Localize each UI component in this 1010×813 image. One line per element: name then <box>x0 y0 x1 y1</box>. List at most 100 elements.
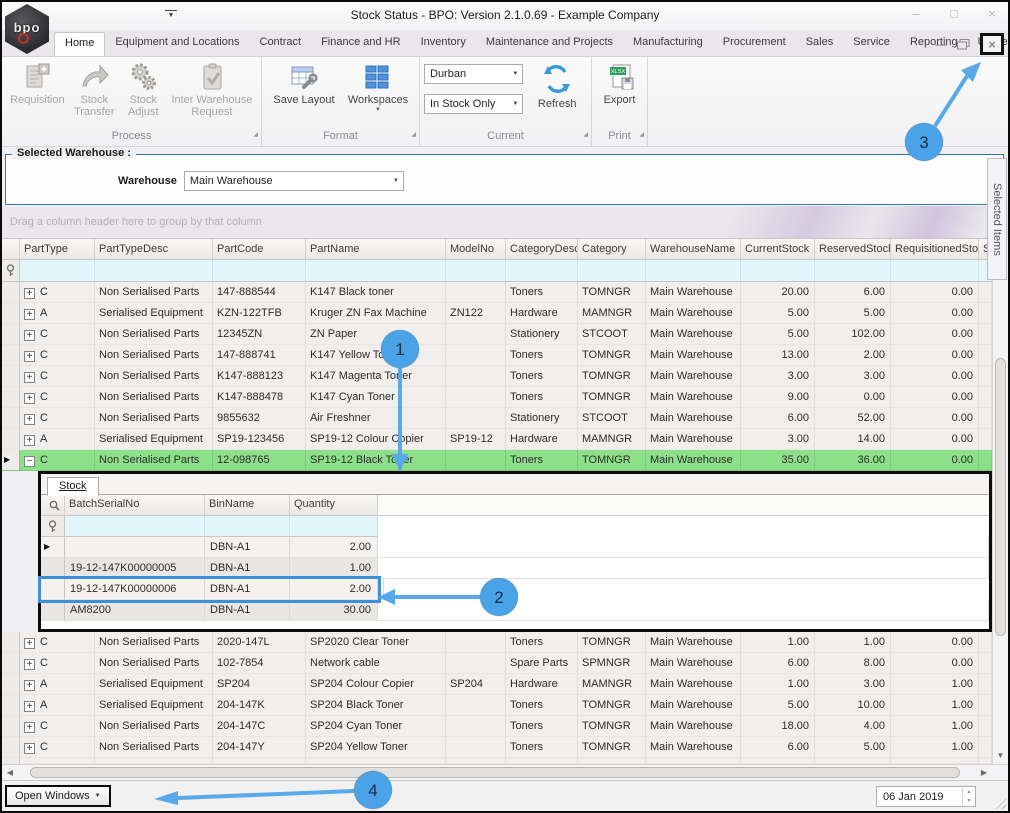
detail-header-batchserialno[interactable]: BatchSerialNo <box>65 495 205 515</box>
mdi-restore-icon[interactable] <box>957 39 970 50</box>
spin-down-icon[interactable]: ▼ <box>963 797 975 806</box>
mdi-close-button-annotated[interactable]: × <box>980 33 1004 55</box>
detail-row[interactable]: 19-12-147K00000006 DBN-A1 2.00 <box>41 579 378 600</box>
filter-cell[interactable] <box>741 260 815 281</box>
table-row[interactable]: +C Non Serialised Parts 204-147Y SP204 Y… <box>2 737 992 758</box>
header-modelno[interactable]: ModelNo <box>446 239 506 259</box>
stock-filter-combo[interactable]: In Stock Only ▼ <box>424 94 523 114</box>
close-button[interactable]: × <box>984 6 1000 21</box>
quick-access-toggle-icon[interactable]: ▼ <box>165 10 177 19</box>
process-dialog-launcher-icon[interactable]: ◢ <box>253 128 258 143</box>
vertical-scrollbar-thumb[interactable] <box>995 358 1006 636</box>
requisition-button[interactable]: Requisition <box>6 60 69 106</box>
table-row[interactable]: +C Non Serialised Parts 204-147C SP204 C… <box>2 716 992 737</box>
expand-toggle[interactable]: + <box>24 393 35 404</box>
spin-up-icon[interactable]: ▲ <box>963 788 975 797</box>
ribbon-tab[interactable]: Procurement <box>713 32 796 56</box>
mdi-minimize-button[interactable]: — <box>935 37 947 51</box>
filter-cell[interactable] <box>290 516 378 537</box>
table-row[interactable]: +C Non Serialised Parts 102-7854 Network… <box>2 653 992 674</box>
filter-cell[interactable] <box>815 260 891 281</box>
inter-warehouse-request-button[interactable]: Inter Warehouse Request <box>167 60 257 118</box>
save-layout-button[interactable]: Save Layout <box>266 60 342 106</box>
header-parttype[interactable]: PartType <box>20 239 95 259</box>
warehouse-filter-combo[interactable]: Durban ▼ <box>424 64 523 84</box>
format-dialog-launcher-icon[interactable]: ◢ <box>411 128 416 143</box>
expand-toggle[interactable]: + <box>24 435 35 446</box>
expand-toggle[interactable]: + <box>24 351 35 362</box>
filter-cell[interactable] <box>506 260 578 281</box>
filter-cell[interactable] <box>891 260 979 281</box>
horizontal-scrollbar-thumb[interactable] <box>30 767 960 778</box>
expand-toggle[interactable]: + <box>24 638 35 649</box>
header-partname[interactable]: PartName <box>306 239 446 259</box>
vertical-scrollbar[interactable]: ▲ ▼ <box>992 238 1008 764</box>
horizontal-scrollbar[interactable]: ◀ ▶ <box>2 764 1008 780</box>
table-row[interactable]: +C Non Serialised Parts 147-888741 K147 … <box>2 345 992 366</box>
filter-cell[interactable] <box>578 260 646 281</box>
header-category[interactable]: Category <box>578 239 646 259</box>
table-row[interactable]: +A Serialised Equipment 204-147K SP204 B… <box>2 695 992 716</box>
header-partcode[interactable]: PartCode <box>213 239 306 259</box>
current-dialog-launcher-icon[interactable]: ◢ <box>583 128 588 143</box>
filter-cell[interactable] <box>446 260 506 281</box>
expand-toggle[interactable]: + <box>24 414 35 425</box>
scroll-down-icon[interactable]: ▼ <box>993 748 1008 764</box>
expand-toggle[interactable]: + <box>24 743 35 754</box>
refresh-button[interactable]: Refresh <box>527 60 587 110</box>
header-currentstock[interactable]: CurrentStock <box>741 239 815 259</box>
table-row[interactable]: +A Serialised Equipment SP204 SP204 Colo… <box>2 674 992 695</box>
header-warehousename[interactable]: WarehouseName <box>646 239 741 259</box>
detail-row[interactable]: 19-12-147K00000005 DBN-A1 1.00 <box>41 558 989 579</box>
expand-toggle[interactable]: − <box>24 456 35 467</box>
detail-header-quantity[interactable]: Quantity <box>290 495 378 515</box>
detail-row[interactable]: AM8200 DBN-A1 30.00 <box>41 600 989 621</box>
resize-grip[interactable] <box>993 796 1006 809</box>
header-requisitionedstock[interactable]: RequisitionedStock <box>891 239 979 259</box>
table-row[interactable]: +C Non Serialised Parts K147-888478 K147… <box>2 387 992 408</box>
table-row[interactable]: +C Non Serialised Parts 2020-147L SP2020… <box>2 632 992 653</box>
filter-cell[interactable] <box>306 260 446 281</box>
workspaces-button[interactable]: Workspaces ▼ <box>342 60 414 113</box>
filter-cell[interactable] <box>205 516 290 537</box>
header-categorydesc[interactable]: CategoryDesc <box>506 239 578 259</box>
open-windows-button-annotated[interactable]: Open Windows ▼ <box>5 785 111 807</box>
expand-toggle[interactable]: + <box>24 701 35 712</box>
stock-transfer-button[interactable]: Stock Transfer <box>69 60 120 118</box>
ribbon-tab[interactable]: Equipment and Locations <box>105 32 249 56</box>
scroll-right-icon[interactable]: ▶ <box>976 768 992 777</box>
ribbon-tab[interactable]: Inventory <box>411 32 476 56</box>
scroll-left-icon[interactable]: ◀ <box>2 768 18 777</box>
print-dialog-launcher-icon[interactable]: ◢ <box>639 128 644 143</box>
export-button[interactable]: XLSX Export <box>596 60 643 106</box>
expand-toggle[interactable]: + <box>24 288 35 299</box>
ribbon-tab[interactable]: Maintenance and Projects <box>476 32 623 56</box>
filter-cell[interactable] <box>646 260 741 281</box>
detail-search-icon[interactable] <box>41 495 65 515</box>
date-spinner[interactable]: ▲▼ <box>962 788 975 806</box>
table-row[interactable]: +C Non Serialised Parts 12345ZN ZN Paper… <box>2 324 992 345</box>
expand-toggle[interactable]: + <box>24 680 35 691</box>
group-by-band[interactable]: Drag a column header here to group by th… <box>2 205 1008 238</box>
table-row[interactable]: ▶ −C Non Serialised Parts 12-098765 SP19… <box>2 450 992 471</box>
filter-cell[interactable] <box>65 516 205 537</box>
expand-toggle[interactable]: + <box>24 309 35 320</box>
warehouse-combo[interactable]: Main Warehouse ▼ <box>184 171 404 191</box>
ribbon-tab[interactable]: Service <box>843 32 900 56</box>
minimize-button[interactable]: – <box>908 6 924 21</box>
expand-toggle[interactable]: + <box>24 372 35 383</box>
detail-header-binname[interactable]: BinName <box>205 495 290 515</box>
filter-cell[interactable] <box>213 260 306 281</box>
detail-row[interactable]: ▶ DBN-A1 2.00 <box>41 537 989 558</box>
table-row[interactable]: +C Non Serialised Parts 147-888544 K147 … <box>2 282 992 303</box>
ribbon-tab[interactable]: Finance and HR <box>311 32 411 56</box>
filter-cell[interactable] <box>95 260 213 281</box>
expand-toggle[interactable]: + <box>24 722 35 733</box>
header-parttypedesc[interactable]: PartTypeDesc <box>95 239 213 259</box>
stock-adjust-button[interactable]: Stock Adjust <box>120 60 167 118</box>
filter-cell[interactable] <box>20 260 95 281</box>
table-row[interactable]: +C Non Serialised Parts K147-888123 K147… <box>2 366 992 387</box>
table-row[interactable]: +C Non Serialised Parts 9855632 Air Fres… <box>2 408 992 429</box>
date-field[interactable]: 06 Jan 2019 ▲▼ <box>876 786 976 807</box>
table-row[interactable]: +A Serialised Equipment SP19-123456 SP19… <box>2 429 992 450</box>
